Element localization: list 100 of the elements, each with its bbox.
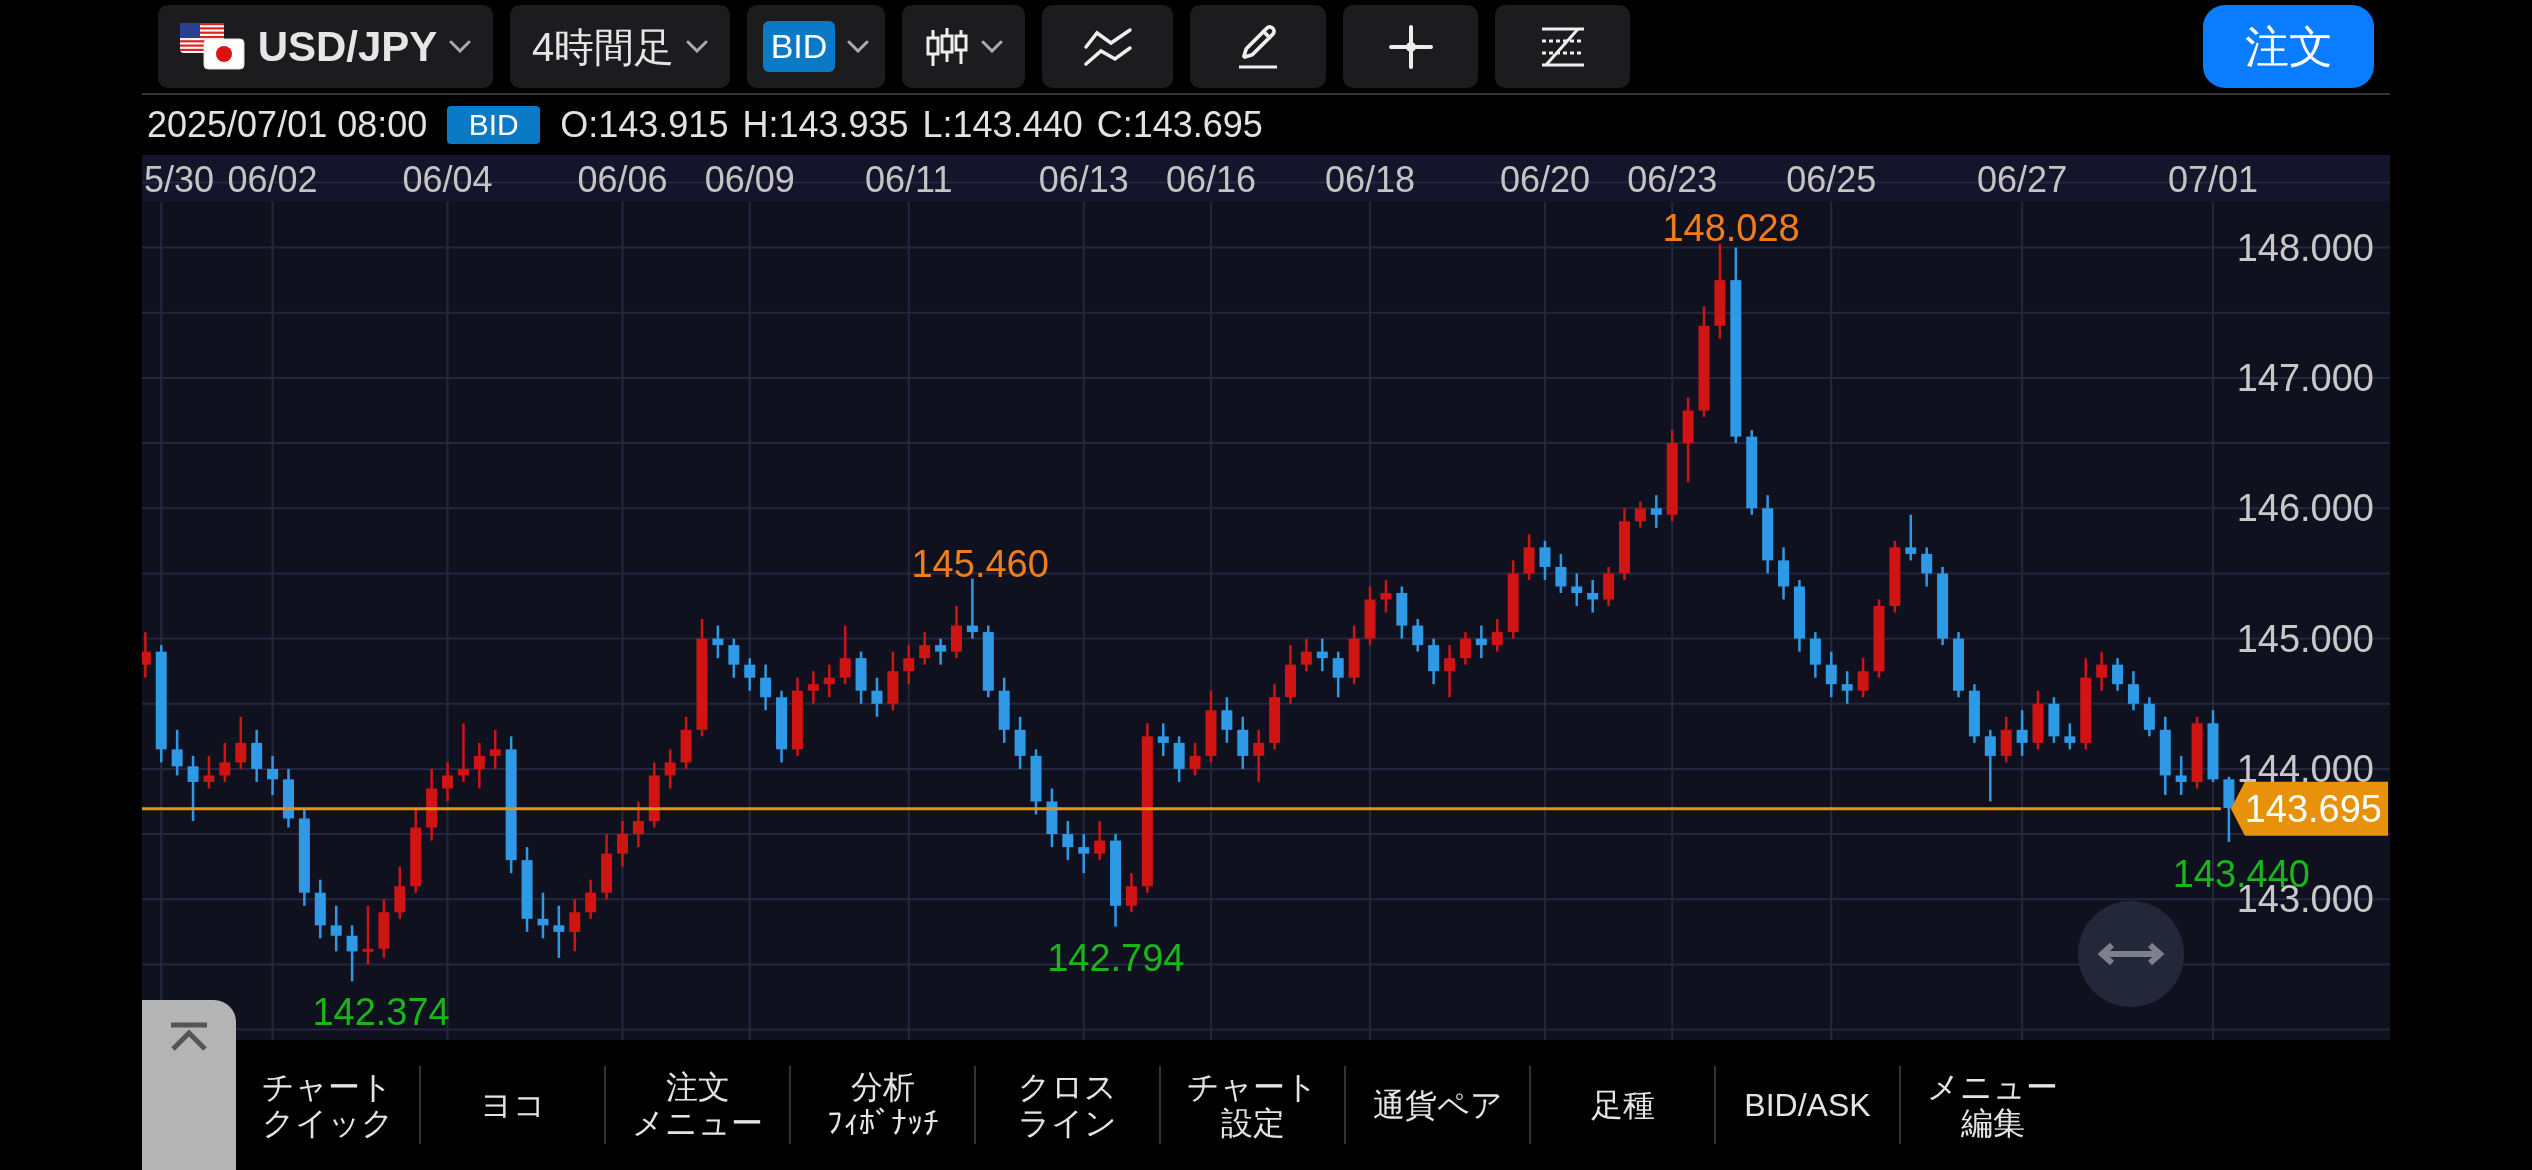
- candle: [251, 729, 263, 782]
- candle: [537, 892, 549, 939]
- fibonacci-button[interactable]: [1495, 5, 1630, 88]
- menu-button[interactable]: 分析 ﾌｨﾎﾞﾅｯﾁ: [791, 1069, 974, 1141]
- candle: [998, 677, 1010, 743]
- candle: [744, 658, 756, 691]
- menu-button[interactable]: チャート 設定: [1161, 1069, 1344, 1141]
- menu-button[interactable]: チャート クイック: [236, 1069, 419, 1141]
- candle: [2096, 651, 2108, 691]
- candle: [1523, 534, 1535, 580]
- date-label: 06/09: [704, 159, 795, 200]
- chevron-down-icon: [847, 40, 870, 53]
- candle: [839, 625, 851, 685]
- candle: [378, 899, 390, 958]
- candle: [394, 866, 406, 919]
- candle: [1078, 834, 1090, 874]
- candle: [314, 879, 326, 939]
- candle: [1380, 579, 1392, 613]
- candlestick-icon: [924, 25, 969, 68]
- candle: [712, 625, 724, 659]
- date-label: 5/30: [144, 159, 215, 200]
- candle: [1444, 645, 1456, 698]
- candle: [1094, 821, 1106, 861]
- menu-button[interactable]: ヨコ: [421, 1087, 604, 1123]
- candle: [203, 755, 215, 789]
- candle: [219, 742, 231, 782]
- ohlc-value: O:143.915: [560, 103, 729, 147]
- chevron-down-icon: [980, 40, 1003, 53]
- candle: [760, 664, 772, 711]
- menu-button[interactable]: BID/ASK: [1716, 1087, 1899, 1123]
- candle: [1539, 540, 1551, 580]
- price-type-dropdown[interactable]: BID: [747, 5, 885, 88]
- candle: [1253, 729, 1265, 782]
- crosshair-button[interactable]: [1343, 5, 1478, 88]
- datetime-text: 2025/07/01 08:00: [147, 103, 428, 147]
- date-label: 06/04: [402, 159, 493, 200]
- candle: [871, 677, 883, 717]
- candle: [1173, 736, 1185, 782]
- candle: [2223, 776, 2235, 842]
- candle: [187, 755, 199, 822]
- candle: [330, 905, 342, 952]
- ohlc-value: L:143.440: [922, 103, 1083, 147]
- date-label: 06/11: [865, 159, 953, 200]
- candle: [553, 905, 565, 958]
- candle: [1475, 625, 1487, 659]
- order-button[interactable]: 注文: [2203, 5, 2374, 88]
- candle: [569, 899, 581, 952]
- date-label: 07/01: [2167, 159, 2259, 200]
- symbol-dropdown[interactable]: USD/JPY: [158, 5, 493, 88]
- timeframe-dropdown[interactable]: 4時間足: [510, 5, 730, 88]
- candle: [1221, 697, 1233, 743]
- chart-type-dropdown[interactable]: [902, 5, 1025, 88]
- date-label: 06/16: [1165, 159, 1256, 200]
- high-price-label: 145.460: [911, 542, 1049, 585]
- candle: [2175, 755, 2187, 795]
- candle: [1364, 586, 1376, 646]
- candle: [489, 729, 501, 769]
- candle: [2143, 697, 2155, 737]
- candle: [1778, 547, 1790, 600]
- candle: [1825, 651, 1837, 698]
- candle: [1428, 638, 1440, 685]
- drawing-button[interactable]: [1190, 5, 1326, 88]
- menu-button[interactable]: 通貨ペア: [1346, 1087, 1529, 1123]
- menu-button[interactable]: クロス ライン: [976, 1069, 1159, 1141]
- candle: [1125, 873, 1137, 913]
- date-label: 06/27: [1977, 159, 2068, 200]
- candle: [823, 664, 835, 698]
- menu-button[interactable]: 足種: [1531, 1087, 1714, 1123]
- menu-button[interactable]: 注文 メニュー: [606, 1069, 789, 1141]
- price-label: 148.000: [2236, 226, 2374, 269]
- price-label: 147.000: [2236, 356, 2374, 399]
- date-label: 06/18: [1324, 159, 1416, 200]
- candle: [1571, 573, 1583, 606]
- low-price-label: 142.374: [312, 991, 450, 1034]
- date-label: 06/25: [1786, 159, 1877, 200]
- ohlc-value: C:143.695: [1096, 103, 1263, 147]
- date-label: 06/06: [577, 159, 668, 200]
- candle: [1809, 632, 1821, 678]
- candle: [680, 716, 692, 769]
- current-price-tag: 143.695: [2230, 781, 2388, 836]
- collapse-tab[interactable]: [142, 1000, 236, 1170]
- chevron-up-icon: [169, 1022, 209, 1052]
- indicator-button[interactable]: [1042, 5, 1173, 88]
- candle: [1968, 684, 1980, 743]
- candle: [2048, 697, 2060, 743]
- candle: [2016, 710, 2028, 756]
- menu-button[interactable]: メニュー 編集: [1901, 1069, 2084, 1141]
- candle: [807, 671, 819, 704]
- candle: [1062, 821, 1074, 861]
- candle: [1841, 671, 1853, 704]
- candle: [1332, 651, 1344, 698]
- candle: [362, 905, 374, 965]
- crosshair-icon: [1387, 23, 1434, 70]
- candle: [142, 632, 151, 678]
- horizontal-scroll-button[interactable]: [2078, 901, 2184, 1007]
- candle: [2064, 723, 2076, 750]
- candle: [2032, 690, 2044, 750]
- candle: [1316, 638, 1328, 672]
- candle: [648, 762, 660, 828]
- candle: [267, 755, 279, 795]
